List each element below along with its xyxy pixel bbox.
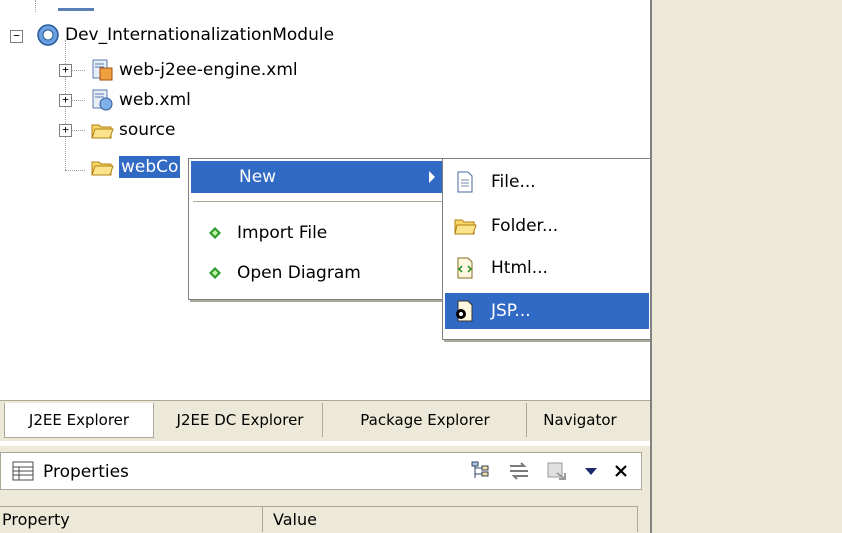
module-icon xyxy=(37,24,59,46)
tree-item-web-xml[interactable]: web.xml xyxy=(90,85,191,115)
file-icon xyxy=(457,171,473,193)
jsp-icon xyxy=(456,300,473,322)
tree-item-module[interactable]: Dev_InternationalizationModule xyxy=(36,20,334,50)
submenu-arrow-icon xyxy=(429,171,435,183)
explorer-tab-strip: J2EE Explorer J2EE DC Explorer Package E… xyxy=(0,400,650,441)
tree-connector xyxy=(35,0,36,12)
editor-area xyxy=(652,0,842,533)
xml-config-icon xyxy=(92,59,113,81)
column-header-property[interactable]: Property xyxy=(0,506,263,532)
tree-item-label: web-j2ee-engine.xml xyxy=(119,60,298,80)
collapse-toggle[interactable]: − xyxy=(10,30,23,43)
expand-toggle[interactable]: + xyxy=(59,64,72,77)
tree-connector xyxy=(65,170,85,171)
tab-package-explorer[interactable]: Package Explorer xyxy=(324,403,527,437)
new-submenu: File... Folder... Html... JSP... xyxy=(442,158,654,340)
filter-icon[interactable] xyxy=(507,459,531,483)
tree-item-web-j2ee-engine[interactable]: web-j2ee-engine.xml xyxy=(90,55,298,85)
tree-item-label: Dev_InternationalizationModule xyxy=(65,25,335,45)
html-icon xyxy=(457,257,473,279)
properties-title: Properties xyxy=(43,462,129,482)
tab-j2ee-explorer[interactable]: J2EE Explorer xyxy=(4,403,154,438)
green-diamond-icon xyxy=(209,227,221,239)
menu-item-html[interactable]: Html... xyxy=(445,251,649,285)
tree-item-webcontent[interactable]: webCo xyxy=(90,152,181,182)
context-menu: New Import File Open Diagram xyxy=(188,158,452,300)
tree-item-label: source xyxy=(119,120,176,140)
folder-open-icon xyxy=(91,161,114,176)
menu-item-new[interactable]: New xyxy=(191,161,447,193)
menu-item-folder[interactable]: Folder... xyxy=(445,209,649,243)
menu-separator xyxy=(193,201,445,202)
properties-icon xyxy=(12,461,34,481)
menu-item-file[interactable]: File... xyxy=(445,165,649,199)
green-diamond-icon xyxy=(209,267,221,279)
menu-item-jsp[interactable]: JSP... xyxy=(445,293,649,329)
close-icon[interactable] xyxy=(609,459,633,483)
menu-item-open-diagram[interactable]: Open Diagram xyxy=(191,257,447,289)
xml-file-icon xyxy=(92,89,113,111)
partial-tree-item xyxy=(58,0,94,11)
menu-item-import-file[interactable]: Import File xyxy=(191,217,447,249)
tab-j2ee-dc-explorer[interactable]: J2EE DC Explorer xyxy=(158,403,323,437)
column-header-value[interactable]: Value xyxy=(263,506,638,532)
properties-view: Properties Property Value xyxy=(0,446,650,533)
tree-view-icon[interactable] xyxy=(469,459,493,483)
expand-toggle[interactable]: + xyxy=(59,124,72,137)
expand-toggle[interactable]: + xyxy=(59,94,72,107)
tree-item-label: webCo xyxy=(119,156,181,178)
properties-header: Properties xyxy=(0,452,642,490)
tab-navigator[interactable]: Navigator xyxy=(528,403,632,437)
folder-icon xyxy=(454,219,477,235)
restore-icon[interactable] xyxy=(545,459,569,483)
tree-item-source[interactable]: source xyxy=(90,115,175,145)
view-menu-icon[interactable] xyxy=(579,459,603,483)
folder-open-icon xyxy=(91,124,114,139)
tree-item-label: web.xml xyxy=(119,90,191,110)
